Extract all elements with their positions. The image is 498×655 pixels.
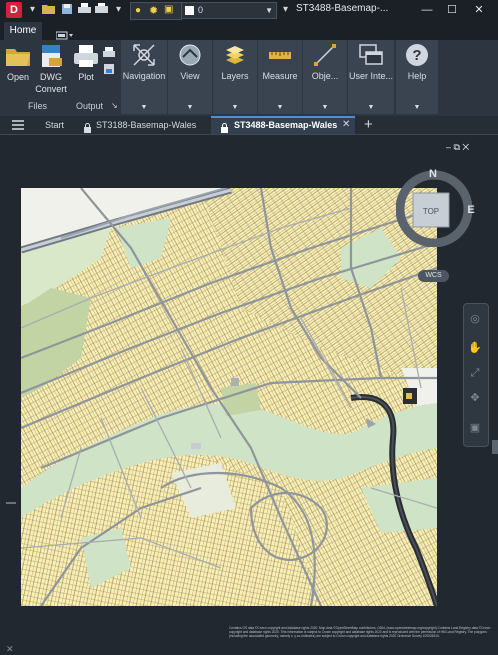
compass-east: E — [467, 204, 474, 216]
lock-icon — [220, 120, 229, 133]
files-panel-label: Files — [28, 101, 48, 111]
customize-chevron-icon[interactable]: ▾ — [279, 3, 292, 16]
pan-hand-icon[interactable]: ✋ — [467, 340, 483, 356]
close-tab-icon[interactable]: ✕ — [342, 116, 350, 134]
tab-home[interactable]: Home — [4, 22, 42, 40]
help-icon: ? — [405, 43, 429, 72]
dwg-convert-label: DWG Convert — [35, 72, 67, 94]
printer-icon — [73, 44, 99, 70]
copyright-notice: Contains OS data ©Crown copyright and da… — [229, 626, 491, 638]
tab-start[interactable]: Start — [45, 116, 64, 134]
compass-north: N — [429, 168, 437, 180]
chevron-down-icon[interactable]: ▼ — [121, 104, 167, 111]
app-menu-chevron-icon[interactable]: ▾ — [26, 3, 39, 16]
close-viewport-icon[interactable]: ✕ — [6, 644, 14, 655]
chevron-down-icon[interactable]: ▼ — [303, 104, 347, 111]
user-interface-label: User Inte... — [348, 71, 393, 81]
ucs-tick — [6, 502, 16, 504]
objects-label: Obje... — [311, 71, 339, 81]
steering-wheel-icon[interactable]: ◎ — [467, 311, 483, 327]
layers-label: Layers — [221, 71, 249, 81]
layers-group[interactable]: Layers ▼ — [213, 40, 257, 114]
map-svg — [21, 188, 437, 606]
open-label: Open — [6, 72, 30, 82]
objects-group[interactable]: Obje... ▼ — [303, 40, 347, 114]
tab-st3188[interactable]: ST3188-Basemap-Wales — [96, 116, 196, 134]
publish-icon[interactable] — [103, 62, 115, 74]
window-title: ST3488-Basemap-... — [296, 3, 389, 14]
chevron-down-icon[interactable]: ▼ — [258, 104, 302, 111]
app-logo[interactable]: D — [6, 2, 22, 18]
zoom-extents-icon[interactable]: ⤢ — [467, 365, 483, 381]
line-object-icon — [313, 43, 337, 72]
ribbon-toggle-icon[interactable] — [55, 27, 74, 40]
plot-label: Plot — [78, 72, 94, 82]
showmotion-icon[interactable]: ▣ — [467, 420, 483, 436]
layers-icon — [223, 43, 247, 72]
basemap-drawing[interactable] — [21, 188, 437, 606]
chevron-down-icon[interactable]: ▼ — [396, 104, 438, 111]
open-folder-icon[interactable] — [42, 3, 55, 16]
chevron-down-icon[interactable]: ▼ — [348, 104, 394, 111]
hamburger-menu-icon[interactable] — [11, 118, 25, 132]
restore-button[interactable]: ☐ — [443, 2, 461, 18]
plot-button[interactable]: Plot — [70, 40, 102, 104]
output-expand-icon[interactable]: ↘ — [111, 101, 118, 110]
chevron-down-icon[interactable]: ▼ — [213, 104, 257, 111]
open-folder-icon — [5, 44, 31, 70]
sun-icon[interactable]: ✹ — [149, 4, 158, 17]
undo-dropdown-chevron-icon[interactable]: ▾ — [112, 3, 125, 16]
navigation-icon — [132, 43, 156, 72]
batch-plot-icon[interactable] — [103, 46, 115, 58]
svg-text:?: ? — [412, 47, 421, 64]
measure-label: Measure — [262, 71, 298, 81]
close-button[interactable]: ✕ — [470, 2, 488, 18]
view-cube-top-face[interactable]: TOP — [423, 207, 439, 216]
navigation-label: Navigation — [122, 71, 166, 81]
help-label: Help — [407, 71, 427, 81]
save-icon[interactable] — [60, 3, 73, 16]
output-panel-label[interactable]: Output — [76, 101, 103, 111]
measure-ruler-icon — [268, 43, 292, 72]
layer-state-group[interactable]: ● ✹ ▣ — [130, 2, 182, 20]
vertical-scroll-handle[interactable] — [492, 440, 498, 454]
navigation-group[interactable]: Navigation ▼ — [121, 40, 167, 114]
wcs-menu[interactable]: WCS — [418, 270, 449, 282]
chevron-down-icon[interactable]: ▼ — [265, 3, 273, 18]
lock-icon — [83, 120, 92, 133]
chevron-down-icon[interactable]: ▼ — [168, 104, 212, 111]
new-tab-button[interactable]: + — [364, 116, 373, 134]
user-interface-group[interactable]: User Inte... ▼ — [348, 40, 394, 114]
view-group[interactable]: View ▼ — [168, 40, 212, 114]
plot-icon[interactable] — [95, 3, 108, 16]
orbit-icon[interactable]: ✥ — [467, 390, 483, 406]
minimize-button[interactable]: — — [418, 2, 436, 18]
print-icon[interactable] — [78, 3, 91, 16]
view-cube[interactable]: TOP N E — [395, 167, 476, 248]
help-group[interactable]: ? Help ▼ — [396, 40, 438, 114]
dwg-convert-button[interactable]: DWG Convert — [34, 40, 68, 104]
view-icon — [178, 43, 202, 72]
ribbon-tab-bar — [0, 20, 498, 40]
layer-dropdown[interactable]: 0 ▼ — [181, 2, 277, 19]
open-button[interactable]: Open — [3, 40, 33, 104]
tab-st3488-label[interactable]: ST3488-Basemap-Wales — [234, 116, 337, 134]
user-interface-icon — [359, 43, 383, 72]
bulb-on-icon[interactable]: ● — [135, 5, 141, 16]
view-label: View — [180, 71, 200, 81]
layer-color-swatch — [185, 6, 194, 15]
measure-group[interactable]: Measure ▼ — [258, 40, 302, 114]
viewport-controls[interactable]: – ⧉ ✕ — [446, 142, 469, 153]
lock-open-icon[interactable]: ▣ — [164, 4, 173, 15]
layer-value: 0 — [198, 5, 204, 15]
dwg-convert-icon — [39, 44, 63, 70]
